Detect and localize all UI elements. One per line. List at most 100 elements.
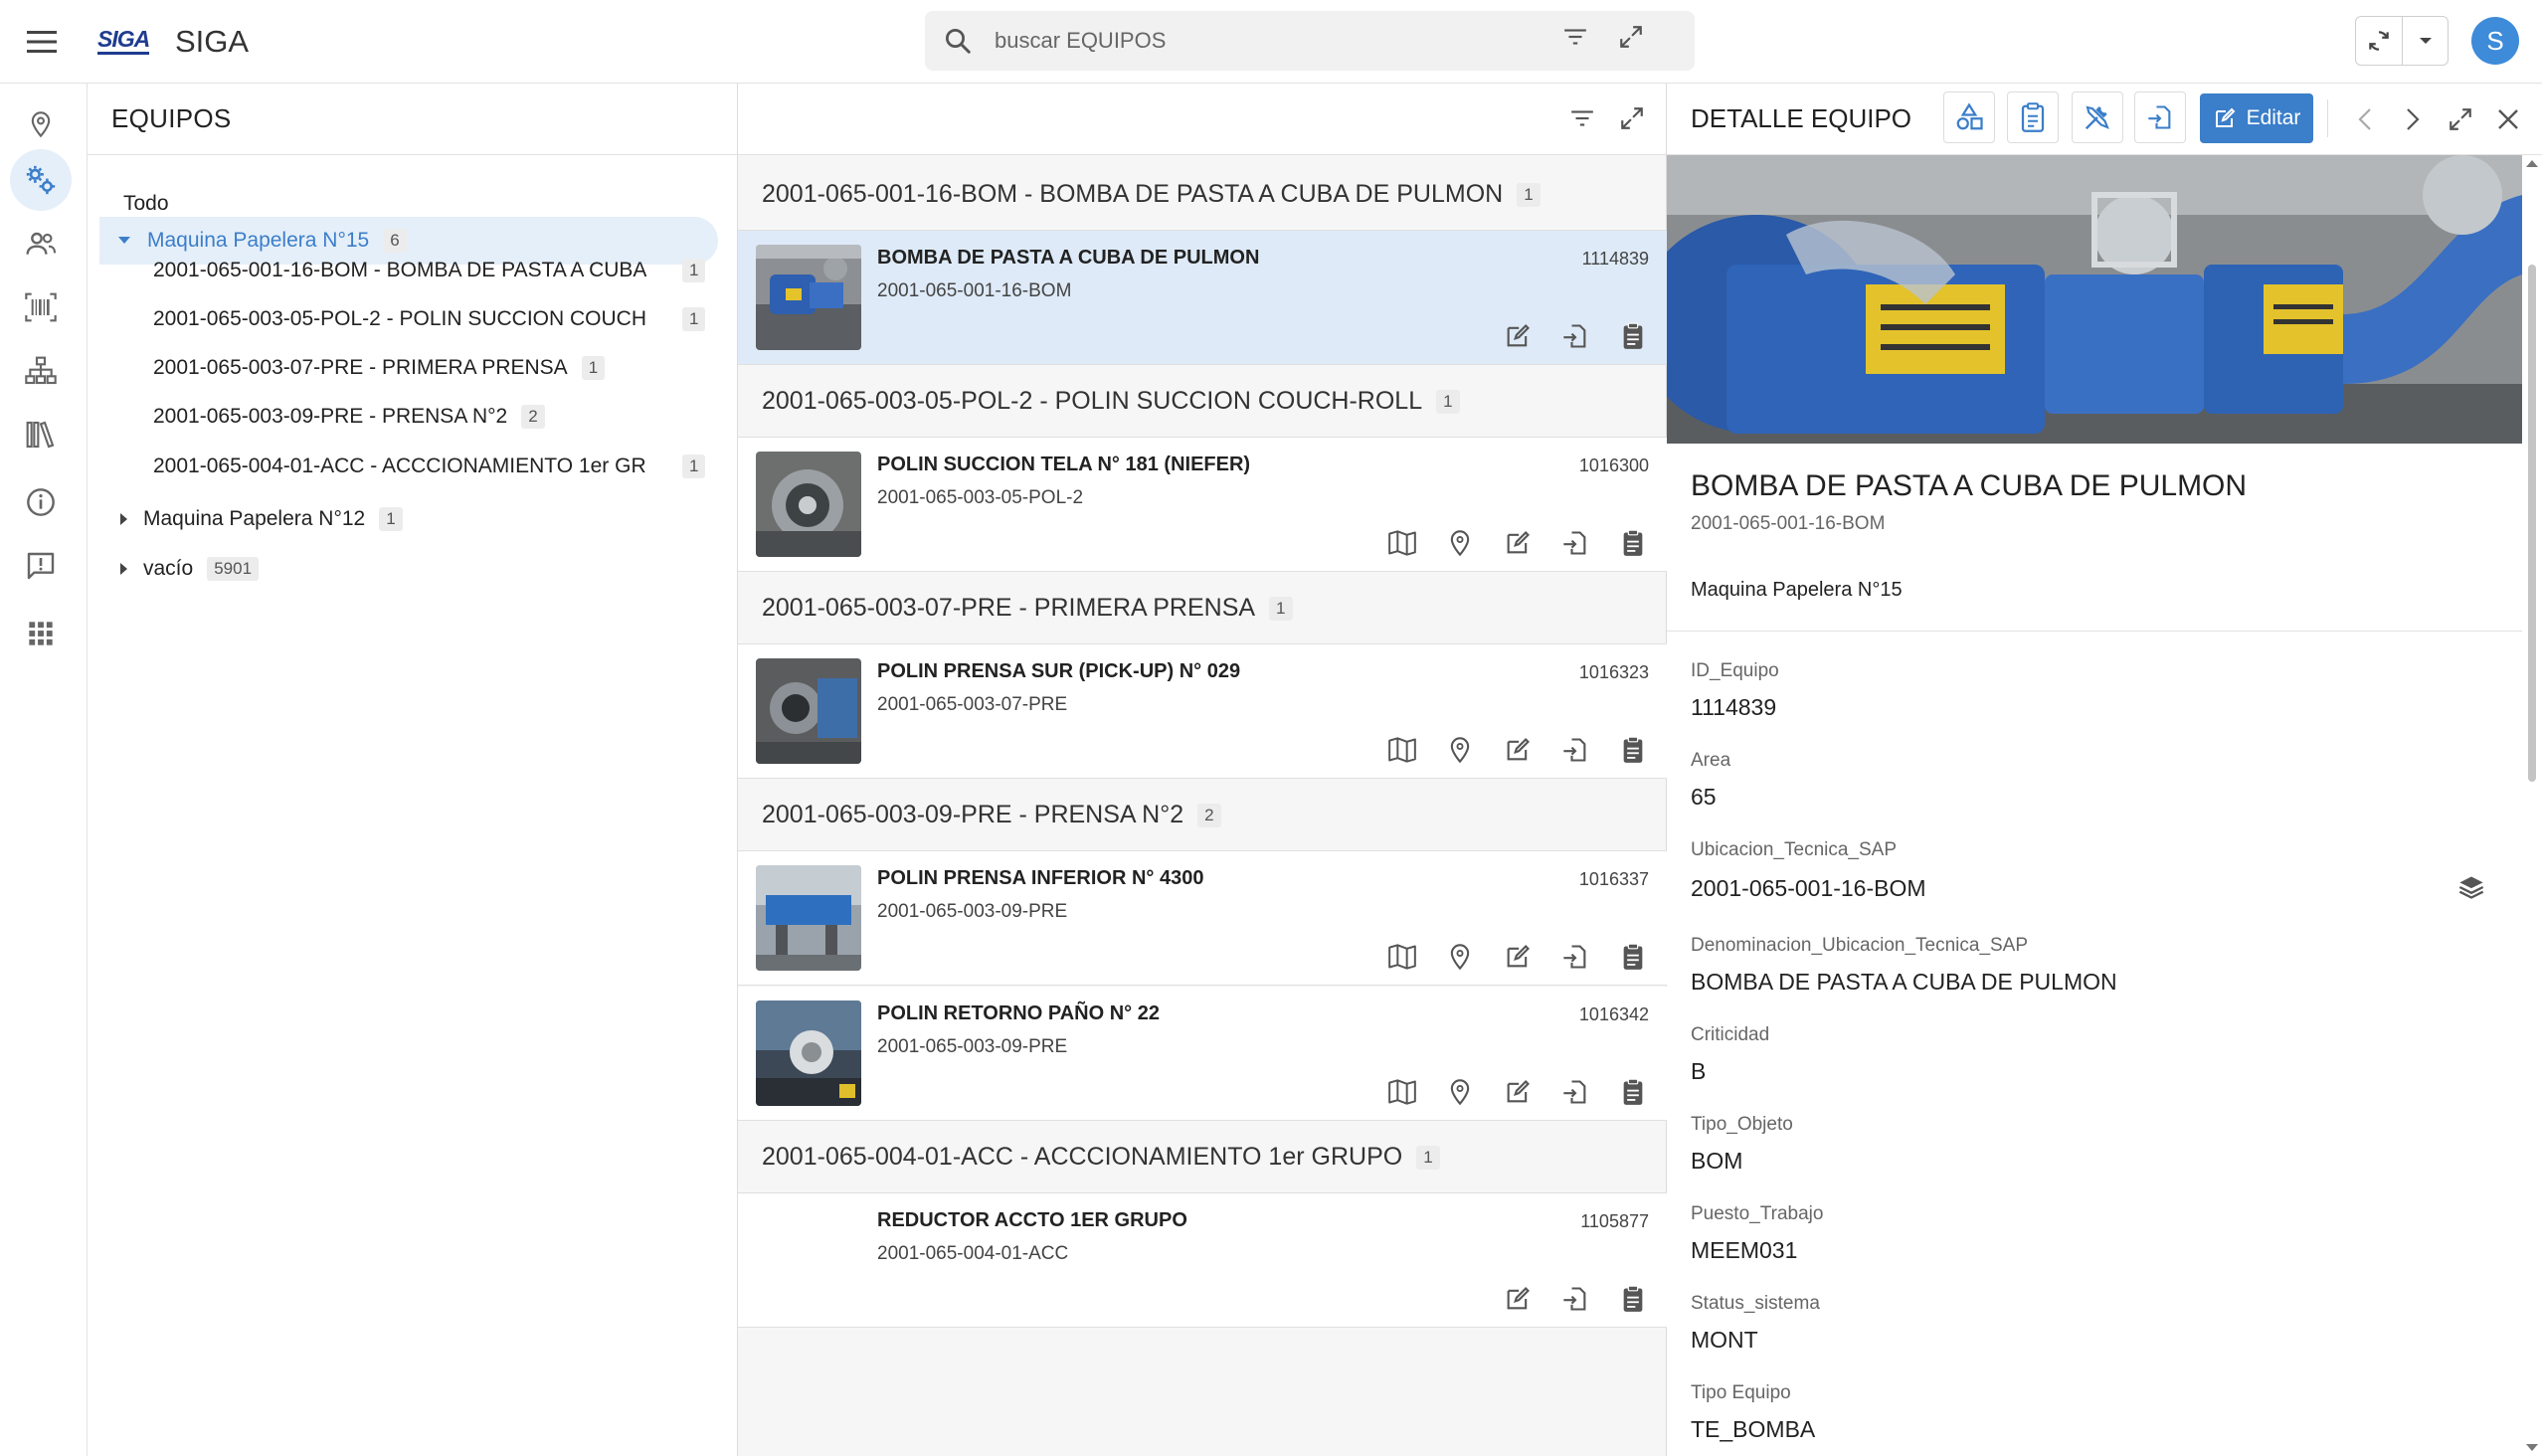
close-button[interactable]	[2490, 101, 2526, 137]
edit-icon[interactable]	[1502, 1283, 1534, 1315]
card-code: 2001-065-003-09-PRE	[877, 1036, 1068, 1057]
rail-hierarchy[interactable]	[10, 340, 72, 402]
next-button[interactable]	[2395, 101, 2431, 137]
rail-info[interactable]	[10, 471, 72, 533]
equipment-card[interactable]: POLIN RETORNO PAÑO N° 22 2001-065-003-09…	[738, 987, 1667, 1121]
equipment-card[interactable]: POLIN PRENSA INFERIOR N° 4300 2001-065-0…	[738, 851, 1667, 986]
edit-icon[interactable]	[1502, 1076, 1534, 1108]
layers-icon[interactable]	[2457, 873, 2485, 901]
shapes-button[interactable]	[1943, 91, 1995, 143]
rail-barcode[interactable]	[10, 276, 72, 338]
equipment-card[interactable]: POLIN SUCCION TELA N° 181 (NIEFER) 2001-…	[738, 438, 1667, 572]
caret-collapsed-icon[interactable]	[111, 513, 137, 525]
location-pin-icon[interactable]	[1444, 941, 1476, 973]
scrollbar-thumb[interactable]	[2528, 265, 2536, 782]
edit-icon[interactable]	[1502, 734, 1534, 766]
clipboard-icon[interactable]	[1617, 734, 1649, 766]
maximize-button[interactable]	[2443, 101, 2478, 137]
rail-library[interactable]	[10, 404, 72, 465]
count-badge: 1	[581, 356, 606, 380]
card-actions	[1502, 320, 1649, 352]
caret-expanded-icon[interactable]	[111, 237, 137, 245]
tools-button[interactable]	[2072, 91, 2123, 143]
clipboard-icon[interactable]	[1617, 527, 1649, 559]
edit-icon[interactable]	[1502, 320, 1534, 352]
expand-icon[interactable]	[1619, 105, 1645, 131]
tree-item-child[interactable]: 2001-065-003-07-PRE - PRIMERA PRENSA 1	[153, 344, 606, 392]
map-icon[interactable]	[1386, 734, 1418, 766]
card-id: 1016342	[1578, 1004, 1649, 1024]
checklist-button[interactable]	[2007, 91, 2059, 143]
previous-button[interactable]	[2347, 101, 2383, 137]
clipboard-icon[interactable]	[1617, 1283, 1649, 1315]
sync-button[interactable]	[2356, 17, 2402, 65]
sync-options-button[interactable]	[2402, 17, 2448, 65]
rail-feedback[interactable]	[10, 535, 72, 597]
location-pin-icon[interactable]	[1444, 1076, 1476, 1108]
equipment-thumbnail	[756, 1001, 861, 1106]
field-value-status-sistema: MONT	[1691, 1327, 1758, 1353]
clipboard-icon[interactable]	[1617, 941, 1649, 973]
tree-item-child[interactable]: 2001-065-003-05-POL-2 - POLIN SUCCION CO…	[153, 295, 706, 343]
search-input[interactable]	[995, 28, 1651, 54]
search-icon	[943, 26, 973, 56]
user-avatar[interactable]: S	[2471, 17, 2519, 65]
filter-icon[interactable]	[1562, 24, 1588, 50]
map-icon[interactable]	[1386, 527, 1418, 559]
expand-icon	[2448, 106, 2473, 132]
tree-item-vacio[interactable]: vacío 5901	[111, 545, 260, 593]
card-id: 1105877	[1580, 1211, 1649, 1231]
menu-icon[interactable]	[20, 20, 64, 64]
app-title: SIGA	[175, 24, 250, 59]
export-icon[interactable]	[1559, 1076, 1591, 1108]
tree-item-label: 2001-065-003-09-PRE - PRENSA N°2	[153, 405, 508, 428]
rail-equipment[interactable]	[10, 149, 72, 211]
card-title: BOMBA DE PASTA A CUBA DE PULMON	[877, 247, 1260, 269]
caret-collapsed-icon[interactable]	[111, 563, 137, 575]
map-icon[interactable]	[1386, 1076, 1418, 1108]
tree-item-maquina-12[interactable]: Maquina Papelera N°12 1	[111, 495, 403, 543]
expand-icon[interactable]	[1618, 24, 1644, 50]
tree-item-label: vacío	[143, 557, 194, 580]
export-icon[interactable]	[1559, 734, 1591, 766]
edit-button[interactable]: Editar	[2200, 93, 2313, 143]
clipboard-icon[interactable]	[1617, 1076, 1649, 1108]
rail-users[interactable]	[10, 213, 72, 274]
location-pin-icon[interactable]	[1444, 734, 1476, 766]
field-value-puesto-trabajo: MEEM031	[1691, 1237, 1798, 1263]
tree-item-child[interactable]: 2001-065-003-09-PRE - PRENSA N°2 2	[153, 393, 545, 441]
clipboard-icon[interactable]	[1617, 320, 1649, 352]
detail-scrollbar[interactable]	[2522, 155, 2542, 1456]
edit-icon[interactable]	[1502, 527, 1534, 559]
tree-item-child[interactable]: 2001-065-001-16-BOM - BOMBA DE PASTA A C…	[153, 247, 706, 294]
location-pin-icon[interactable]	[1444, 527, 1476, 559]
equipment-card[interactable]: BOMBA DE PASTA A CUBA DE PULMON 2001-065…	[738, 231, 1667, 365]
rail-locations[interactable]	[10, 93, 72, 155]
rail-apps[interactable]	[10, 603, 72, 664]
count-badge: 1	[1436, 389, 1460, 414]
filter-icon[interactable]	[1569, 105, 1595, 131]
field-label-denominacion: Denominacion_Ubicacion_Tecnica_SAP	[1691, 935, 2029, 956]
export-icon[interactable]	[1559, 527, 1591, 559]
count-badge: 1	[1416, 1145, 1440, 1170]
card-code: 2001-065-003-09-PRE	[877, 901, 1068, 922]
export-icon[interactable]	[1559, 1283, 1591, 1315]
card-code: 2001-065-001-16-BOM	[877, 280, 1072, 301]
export-icon[interactable]	[1559, 941, 1591, 973]
map-icon[interactable]	[1386, 941, 1418, 973]
equipment-card[interactable]: POLIN PRENSA SUR (PICK-UP) N° 029 2001-0…	[738, 644, 1667, 779]
equipment-card[interactable]: REDUCTOR ACCTO 1ER GRUPO 2001-065-004-01…	[738, 1193, 1667, 1328]
export-icon[interactable]	[1559, 320, 1591, 352]
card-id: 1016323	[1578, 662, 1649, 682]
list-group-header: 2001-065-003-09-PRE - PRENSA N°2 2	[738, 780, 1667, 851]
edit-icon[interactable]	[1502, 941, 1534, 973]
card-id: 1016300	[1578, 455, 1649, 475]
clipboard-list-icon	[2020, 102, 2046, 132]
equipment-code: 2001-065-001-16-BOM	[1691, 513, 1886, 534]
export-icon	[2146, 102, 2174, 132]
card-code: 2001-065-003-07-PRE	[877, 694, 1068, 715]
tree-item-label: 2001-065-003-05-POL-2 - POLIN SUCCION CO…	[153, 307, 646, 330]
tree-item-child[interactable]: 2001-065-004-01-ACC - ACCCIONAMIENTO 1er…	[153, 443, 706, 490]
export-button[interactable]	[2134, 91, 2186, 143]
count-badge: 1	[1517, 182, 1541, 207]
